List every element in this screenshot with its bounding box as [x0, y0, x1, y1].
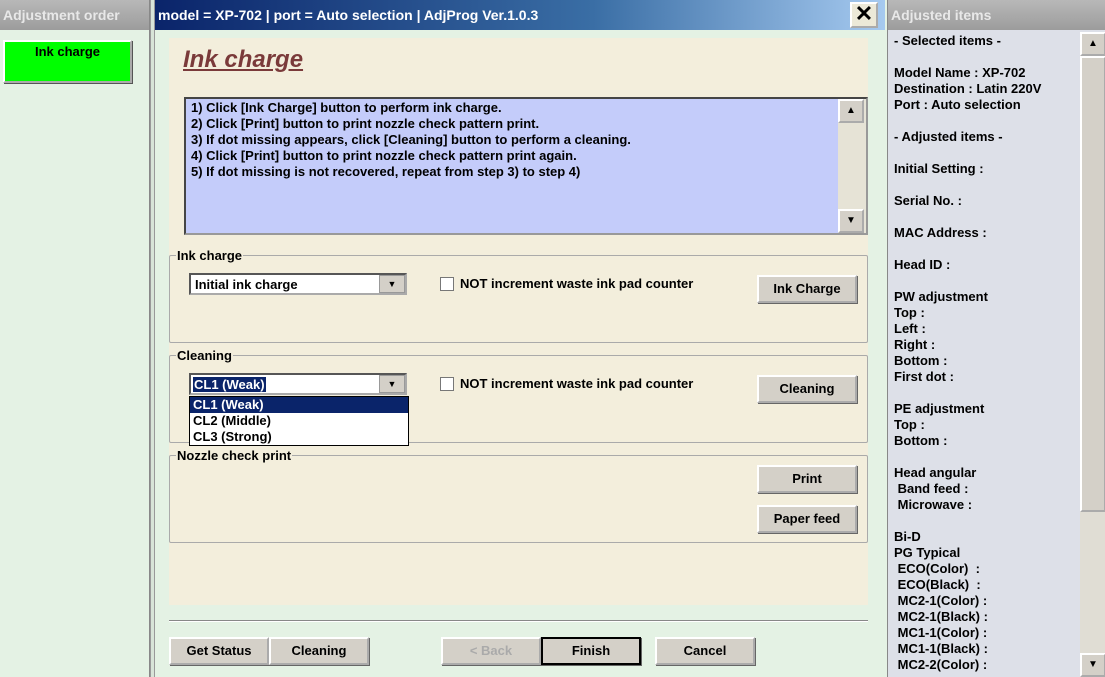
footer-divider [169, 620, 868, 622]
selected-value: Initial ink charge [195, 277, 298, 292]
ink-charge-checkbox-label[interactable]: NOT increment waste ink pad counter [460, 276, 693, 291]
adjusted-item-line [894, 241, 1041, 257]
cleaning-dropdown-list[interactable]: CL1 (Weak) CL2 (Middle) CL3 (Strong) [189, 396, 409, 446]
adjusted-item-line: MC1-1(Black) : [894, 641, 988, 656]
ink-charge-legend: Ink charge [177, 248, 243, 263]
print-button[interactable]: Print [757, 465, 857, 493]
adjusted-item-line: - Adjusted items - [894, 129, 1003, 144]
chevron-down-icon[interactable]: ▼ [379, 375, 405, 393]
cleaning-button[interactable]: Cleaning [757, 375, 857, 403]
scroll-up-icon[interactable]: ▲ [1080, 32, 1105, 56]
cleaning-legend: Cleaning [177, 348, 232, 363]
window-title: model = XP-702 | port = Auto selection |… [155, 0, 885, 30]
dropdown-option[interactable]: CL2 (Middle) [190, 413, 408, 429]
get-status-button[interactable]: Get Status [169, 637, 269, 665]
instruction-line: 3) If dot missing appears, click [Cleani… [191, 132, 631, 147]
scroll-down-icon[interactable]: ▼ [838, 209, 864, 233]
close-button[interactable]: ✕ [850, 2, 878, 28]
adjusted-item-line: Initial Setting : [894, 161, 984, 176]
adjusted-items-scrollbar[interactable]: ▲ ▼ [1080, 32, 1105, 677]
adjusted-item-line: Head angular [894, 465, 977, 480]
instruction-line: 5) If dot missing is not recovered, repe… [191, 164, 581, 179]
adjusted-item-line: MC1-1(Color) : [894, 625, 988, 640]
adjusted-item-line: Model Name : XP-702 [894, 65, 1026, 80]
dropdown-option[interactable]: CL1 (Weak) [190, 397, 408, 413]
content-panel: Ink charge 1) Click [Ink Charge] button … [169, 38, 868, 605]
cleaning-not-increment-checkbox[interactable] [440, 377, 454, 391]
adjusted-item-line: PE adjustment [894, 401, 985, 416]
instruction-line: 2) Click [Print] button to print nozzle … [191, 116, 540, 131]
adjusted-item-line: Serial No. : [894, 193, 962, 208]
adjusted-item-line: Port : Auto selection [894, 97, 1021, 112]
adjusted-item-line [894, 49, 1041, 65]
scroll-thumb[interactable] [1080, 56, 1105, 512]
chevron-down-icon[interactable]: ▼ [379, 275, 405, 293]
ink-charge-not-increment-checkbox[interactable] [440, 277, 454, 291]
adjusted-item-line [894, 385, 1041, 401]
adjusted-item-line: PG Typical [894, 545, 961, 560]
adjusted-item-line [894, 449, 1041, 465]
adjusted-items-list: - Selected items - Model Name : XP-702 Des… [894, 33, 1041, 673]
adjusted-item-line: Right : [894, 337, 936, 352]
instruction-line: 4) Click [Print] button to print nozzle … [191, 148, 577, 163]
adjusted-item-line: Bi-D [894, 529, 921, 544]
selected-value: CL1 (Weak) [193, 377, 266, 392]
adjusted-item-line: MC2-1(Color) : [894, 593, 988, 608]
paper-feed-button[interactable]: Paper feed [757, 505, 857, 533]
adjusted-item-line: Top : [894, 305, 925, 320]
instruction-line: 1) Click [Ink Charge] button to perform … [191, 100, 502, 115]
adjusted-item-line: ECO(Color) : [894, 561, 980, 576]
adjusted-item-line: Left : [894, 321, 926, 336]
scroll-up-icon[interactable]: ▲ [838, 99, 864, 123]
adjusted-item-line [894, 145, 1041, 161]
nozzle-check-legend: Nozzle check print [177, 448, 292, 463]
adjusted-item-line: MAC Address : [894, 225, 987, 240]
instructions-scrollbar[interactable]: ▲ ▼ [838, 99, 866, 233]
scroll-down-icon[interactable]: ▼ [1080, 653, 1105, 677]
finish-button[interactable]: Finish [541, 637, 641, 665]
cancel-button[interactable]: Cancel [655, 637, 755, 665]
adjusted-item-line: MC2-2(Color) : [894, 657, 988, 672]
adjusted-item-line: PW adjustment [894, 289, 988, 304]
adjustment-order-header: Adjustment order [0, 0, 149, 30]
instructions-box: 1) Click [Ink Charge] button to perform … [184, 97, 868, 235]
adjusted-item-line: Microwave : [894, 497, 973, 512]
adjusted-item-line: Top : [894, 417, 925, 432]
cleaning-select[interactable]: CL1 (Weak) ▼ [189, 373, 407, 395]
ink-charge-button[interactable]: Ink Charge [757, 275, 857, 303]
adjusted-item-line [894, 177, 1041, 193]
adjusted-item-line: Destination : Latin 220V [894, 81, 1042, 96]
adjusted-item-line: - Selected items - [894, 33, 1001, 48]
adjusted-item-line [894, 209, 1041, 225]
adjusted-item-line: Bottom : [894, 433, 948, 448]
adjusted-item-line [894, 113, 1041, 129]
adjusted-item-line: Band feed : [894, 481, 969, 496]
cleaning-checkbox-label[interactable]: NOT increment waste ink pad counter [460, 376, 693, 391]
main-window: model = XP-702 | port = Auto selection |… [155, 0, 885, 677]
adjusted-item-line: Bottom : [894, 353, 948, 368]
adjusted-item-line: First dot : [894, 369, 954, 384]
back-button[interactable]: < Back [441, 637, 541, 665]
adjustment-order-panel: Adjustment order Ink charge [0, 0, 150, 677]
footer-cleaning-button[interactable]: Cleaning [269, 637, 369, 665]
adjusted-item-line [894, 513, 1041, 529]
adjusted-item-line: ECO(Black) : [894, 577, 981, 592]
adjusted-items-header: Adjusted items [888, 0, 1105, 30]
dropdown-option[interactable]: CL3 (Strong) [190, 429, 408, 445]
adjusted-item-line: Head ID : [894, 257, 951, 272]
page-title: Ink charge [183, 46, 304, 73]
order-item-ink-charge[interactable]: Ink charge [3, 40, 132, 83]
adjusted-item-line: MC2-1(Black) : [894, 609, 988, 624]
adjusted-items-panel: Adjusted items - Selected items - Model N… [887, 0, 1105, 677]
adjusted-item-line [894, 273, 1041, 289]
ink-charge-select[interactable]: Initial ink charge ▼ [189, 273, 407, 295]
